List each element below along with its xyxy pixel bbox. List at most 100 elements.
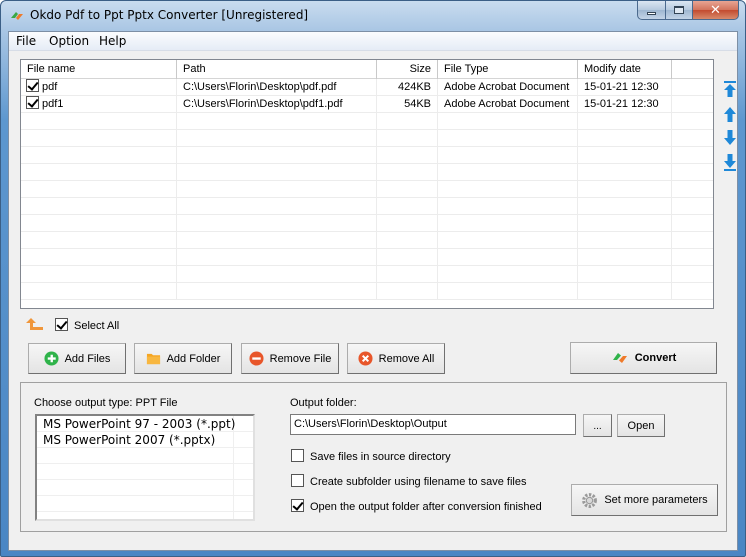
close-button[interactable]: ✕ [693, 1, 739, 20]
empty-row [21, 198, 713, 215]
output-options-panel: Choose output type: PPT File MS PowerPoi… [20, 382, 727, 532]
cell-filler [672, 130, 713, 147]
option-label: Save files in source directory [310, 451, 451, 463]
column-file-type[interactable]: File Type [438, 60, 578, 79]
output-type-label: Choose output type: PPT File [34, 397, 178, 409]
client-area: File Option Help File name Path Size Fil… [8, 31, 738, 551]
option-check-box[interactable] [291, 449, 304, 462]
cell-type [438, 181, 578, 198]
cell-type [438, 249, 578, 266]
output-type-option-label: MS PowerPoint 97 - 2003 (*.ppt) [43, 417, 236, 431]
cell-size [377, 113, 438, 130]
remove-all-icon [358, 351, 373, 366]
convert-button[interactable]: Convert [570, 342, 717, 374]
column-size[interactable]: Size [377, 60, 438, 79]
empty-row [37, 448, 253, 464]
option-label: Open the output folder after conversion … [310, 501, 542, 513]
cell-path [177, 266, 377, 283]
output-type-option-label: MS PowerPoint 2007 (*.pptx) [43, 433, 216, 447]
empty-row [21, 215, 713, 232]
column-file-name[interactable]: File name [21, 60, 177, 79]
file-size-text: 54KB [404, 98, 431, 110]
cell-name: pdf1 [21, 96, 177, 113]
column-modify-date[interactable]: Modify date [578, 60, 672, 79]
option-check-box[interactable] [291, 499, 304, 512]
cell-type [438, 266, 578, 283]
cell-type [438, 130, 578, 147]
cell-type [438, 232, 578, 249]
file-row[interactable]: pdf C:\Users\Florin\Desktop\pdf.pdf 424KB A… [21, 79, 713, 96]
move-down-icon[interactable] [722, 129, 738, 147]
move-to-bottom-icon[interactable] [722, 154, 738, 172]
output-folder-input[interactable]: C:\Users\Florin\Desktop\Output [290, 414, 576, 435]
empty-row [21, 181, 713, 198]
browse-label: ... [593, 421, 602, 432]
browse-button[interactable]: ... [583, 414, 612, 437]
menu-help[interactable]: Help [99, 34, 126, 48]
cell-path [177, 113, 377, 130]
remove-all-button[interactable]: Remove All [347, 343, 445, 374]
cell-type [438, 215, 578, 232]
cell-size [377, 198, 438, 215]
parent-folder-icon[interactable] [26, 317, 44, 331]
menu-option[interactable]: Option [49, 34, 89, 48]
add-files-button[interactable]: Add Files [28, 343, 126, 374]
cell-name [21, 249, 177, 266]
file-checkbox[interactable] [26, 96, 39, 109]
cell-name: pdf [21, 79, 177, 96]
empty-row [21, 283, 713, 300]
minimize-button[interactable] [637, 1, 666, 20]
cell-date: 15-01-21 12:30 [578, 96, 672, 113]
file-list[interactable]: File name Path Size File Type Modify dat… [20, 59, 714, 309]
move-to-top-icon[interactable] [722, 80, 738, 98]
column-path[interactable]: Path [177, 60, 377, 79]
move-up-icon[interactable] [722, 105, 738, 123]
cell-type [438, 164, 578, 181]
cell-date [578, 147, 672, 164]
cell-name [21, 164, 177, 181]
cell-date [578, 249, 672, 266]
empty-row [21, 164, 713, 181]
cell-name [21, 232, 177, 249]
cell-size [377, 266, 438, 283]
maximize-button[interactable] [666, 1, 693, 20]
select-all-checkbox[interactable]: Select All [55, 318, 119, 332]
set-parameters-button[interactable]: Set more parameters [571, 484, 718, 516]
save-in-source-checkbox[interactable]: Save files in source directory [291, 449, 451, 463]
create-subfolder-checkbox[interactable]: Create subfolder using filename to save … [291, 474, 526, 488]
empty-row [21, 113, 713, 130]
gear-icon [582, 492, 598, 508]
file-row[interactable]: pdf1 C:\Users\Florin\Desktop\pdf1.pdf 54KB… [21, 96, 713, 113]
cell-filler [672, 249, 713, 266]
add-folder-button[interactable]: Add Folder [134, 343, 232, 374]
cell-path [177, 215, 377, 232]
file-list-header: File name Path Size File Type Modify dat… [21, 60, 713, 79]
cell-type: Adobe Acrobat Document [438, 96, 578, 113]
empty-row [37, 464, 253, 480]
cell-name [21, 181, 177, 198]
cell-date [578, 232, 672, 249]
cell-filler [672, 164, 713, 181]
file-checkbox[interactable] [26, 79, 39, 92]
remove-file-button[interactable]: Remove File [241, 343, 339, 374]
select-all-check-box[interactable] [55, 318, 68, 331]
file-type-text: Adobe Acrobat Document [444, 98, 570, 110]
option-check-box[interactable] [291, 474, 304, 487]
title-bar[interactable]: Okdo Pdf to Ppt Pptx Converter [Unregist… [1, 1, 745, 31]
set-parameters-label: Set more parameters [604, 494, 708, 506]
cell-type: Adobe Acrobat Document [438, 79, 578, 96]
cell-path [177, 181, 377, 198]
cell-path [177, 283, 377, 300]
cell-size [377, 147, 438, 164]
cell-date [578, 215, 672, 232]
cell-name [21, 215, 177, 232]
open-folder-button[interactable]: Open [617, 414, 665, 437]
menu-file[interactable]: File [16, 34, 36, 48]
cell-filler [672, 96, 713, 113]
output-type-option[interactable]: MS PowerPoint 97 - 2003 (*.ppt) [37, 416, 253, 432]
cell-filler [672, 113, 713, 130]
output-type-list[interactable]: MS PowerPoint 97 - 2003 (*.ppt) MS PowerP… [35, 414, 255, 521]
output-type-option[interactable]: MS PowerPoint 2007 (*.pptx) [37, 432, 253, 448]
close-icon: ✕ [710, 2, 721, 18]
open-output-folder-checkbox[interactable]: Open the output folder after conversion … [291, 499, 542, 513]
